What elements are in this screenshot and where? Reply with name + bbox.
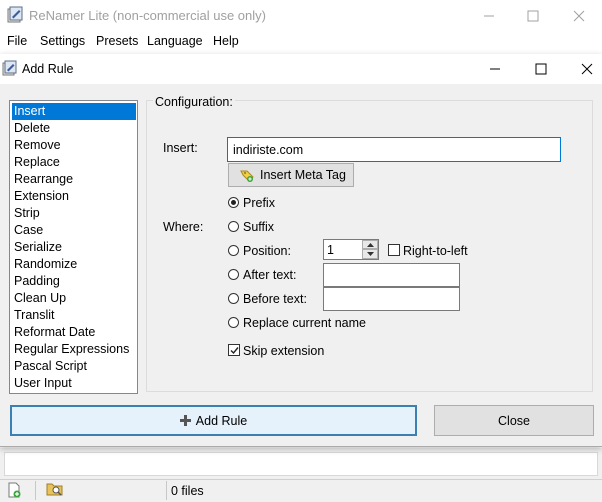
menu-settings[interactable]: Settings	[40, 34, 85, 48]
rule-item-insert[interactable]: Insert	[12, 103, 136, 120]
rule-item-padding[interactable]: Padding	[12, 273, 136, 290]
status-bar	[0, 479, 602, 502]
file-list-area[interactable]	[4, 452, 598, 476]
rule-item-pascal-script[interactable]: Pascal Script	[12, 358, 136, 375]
skip-extension-checkbox[interactable]	[228, 344, 240, 356]
rule-item-translit[interactable]: Translit	[12, 307, 136, 324]
dialog-minimize-button[interactable]	[472, 54, 518, 84]
minimize-icon	[490, 68, 500, 70]
replace-current-name-radio[interactable]	[228, 317, 239, 328]
rule-type-list[interactable]: Insert Delete Remove Replace Rearrange E…	[9, 100, 138, 394]
add-files-icon[interactable]	[6, 482, 22, 498]
meta-tag-icon	[240, 170, 254, 182]
menu-file[interactable]: File	[7, 34, 27, 48]
maximize-icon	[535, 63, 547, 75]
before-text-label[interactable]: Before text:	[243, 292, 307, 306]
insert-label: Insert:	[163, 141, 198, 155]
suffix-label[interactable]: Suffix	[243, 220, 274, 234]
spin-up-button[interactable]	[362, 240, 378, 249]
rule-item-user-input[interactable]: User Input	[12, 375, 136, 392]
after-text-radio[interactable]	[228, 269, 239, 280]
close-icon	[573, 10, 585, 21]
status-separator	[35, 481, 36, 500]
after-text-label[interactable]: After text:	[243, 268, 297, 282]
renamer-app-icon	[2, 60, 17, 76]
menu-help[interactable]: Help	[213, 34, 239, 48]
close-icon	[581, 63, 593, 75]
skip-extension-label[interactable]: Skip extension	[243, 344, 324, 358]
plus-icon	[179, 415, 191, 426]
rule-item-serialize[interactable]: Serialize	[12, 239, 136, 256]
main-close-button[interactable]	[556, 0, 602, 31]
insert-meta-tag-label: Insert Meta Tag	[260, 168, 346, 182]
position-label[interactable]: Position:	[243, 244, 291, 258]
prefix-label[interactable]: Prefix	[243, 196, 275, 210]
right-to-left-checkbox[interactable]	[388, 244, 400, 256]
rule-item-rearrange[interactable]: Rearrange	[12, 171, 136, 188]
file-count-status: 0 files	[171, 484, 204, 498]
rule-item-reformat-date[interactable]: Reformat Date	[12, 324, 136, 341]
main-minimize-button[interactable]	[466, 0, 512, 31]
checkmark-icon	[230, 347, 239, 355]
rule-item-clean-up[interactable]: Clean Up	[12, 290, 136, 307]
close-button[interactable]: Close	[434, 405, 594, 436]
position-value: 1	[327, 243, 334, 257]
dialog-maximize-button[interactable]	[518, 54, 564, 84]
rule-item-remove[interactable]: Remove	[12, 137, 136, 154]
add-rule-button[interactable]: Add Rule	[10, 405, 417, 436]
rule-item-case[interactable]: Case	[12, 222, 136, 239]
where-label: Where:	[163, 220, 204, 234]
renamer-app-icon	[7, 6, 23, 23]
position-radio[interactable]	[228, 245, 239, 256]
rule-item-randomize[interactable]: Randomize	[12, 256, 136, 273]
position-spin-field[interactable]: 1	[323, 239, 379, 260]
rule-item-strip[interactable]: Strip	[12, 205, 136, 222]
add-folder-icon[interactable]	[46, 481, 64, 497]
main-menubar: File Settings Presets Language Help	[0, 31, 602, 53]
main-maximize-button[interactable]	[510, 0, 556, 31]
before-text-field[interactable]	[323, 287, 460, 311]
maximize-icon	[527, 10, 539, 21]
menu-language[interactable]: Language	[147, 34, 203, 48]
arrow-down-icon	[366, 252, 374, 256]
dialog-title: Add Rule	[22, 62, 74, 76]
add-rule-label: Add Rule	[195, 413, 248, 428]
insert-text-field[interactable]	[227, 137, 561, 162]
replace-current-name-label[interactable]: Replace current name	[243, 316, 366, 330]
arrow-up-icon	[366, 242, 374, 247]
status-separator	[166, 481, 167, 500]
spin-down-button[interactable]	[362, 249, 378, 259]
rule-item-regular-expressions[interactable]: Regular Expressions	[12, 341, 136, 358]
menu-presets[interactable]: Presets	[96, 34, 138, 48]
rule-item-replace[interactable]: Replace	[12, 154, 136, 171]
rule-item-extension[interactable]: Extension	[12, 188, 136, 205]
close-label: Close	[498, 413, 530, 428]
suffix-radio[interactable]	[228, 221, 239, 232]
prefix-radio[interactable]	[228, 197, 239, 208]
rule-item-delete[interactable]: Delete	[12, 120, 136, 137]
main-window-title: ReNamer Lite (non-commercial use only)	[29, 8, 266, 23]
before-text-radio[interactable]	[228, 293, 239, 304]
minimize-icon	[484, 15, 494, 16]
dialog-close-button[interactable]	[564, 54, 602, 84]
insert-meta-tag-button[interactable]: Insert Meta Tag	[228, 163, 354, 187]
configuration-label: Configuration:	[153, 95, 235, 109]
right-to-left-label[interactable]: Right-to-left	[403, 244, 468, 258]
after-text-field[interactable]	[323, 263, 460, 287]
